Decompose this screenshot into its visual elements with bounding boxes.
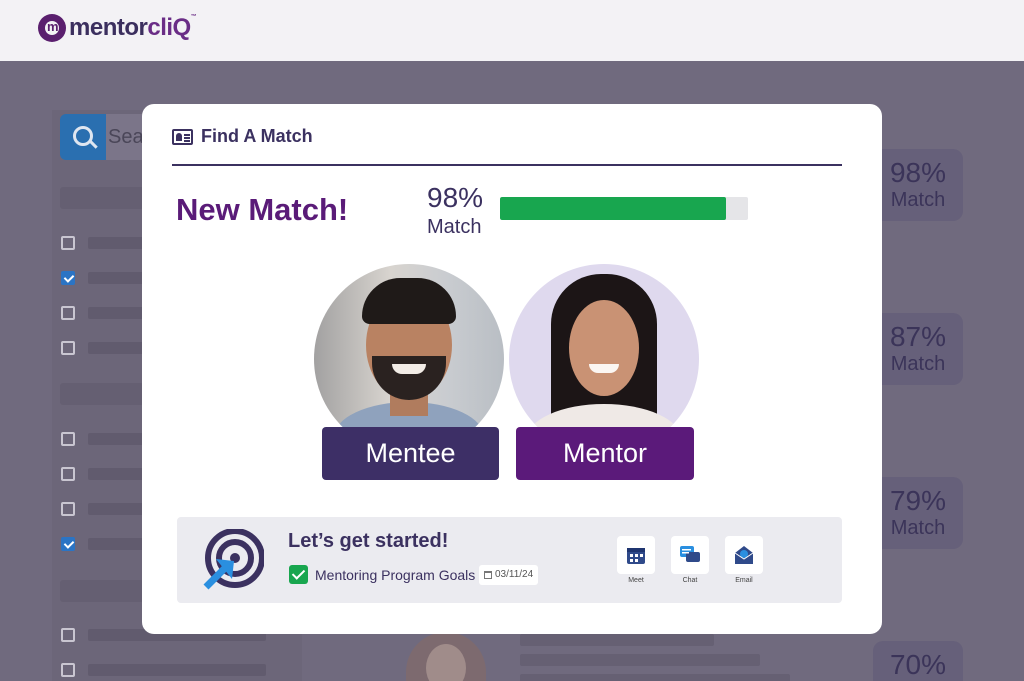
filter-label [88,468,144,480]
chat-icon [680,546,700,562]
meet-button[interactable] [617,536,655,574]
filter-label [88,538,144,550]
filter-checkbox [61,663,75,677]
filter-label [88,433,144,445]
filter-checkbox [61,271,75,285]
mentor-photo [509,264,699,454]
goal-checkbox[interactable] [289,565,308,584]
email-button[interactable] [725,536,763,574]
meet-label: Meet [628,577,644,584]
filter-label [88,272,144,284]
match-percent: 98% [427,182,484,213]
goal-label: Mentoring Program Goals [315,567,476,583]
filter-label [88,503,144,515]
mentee-photo [314,264,504,454]
card-title: Let’s get started! [288,530,449,552]
calendar-icon [484,571,492,579]
email-label: Email [735,577,753,584]
filter-group-heading [60,383,144,405]
filter-checkbox [61,236,75,250]
filter-label [88,237,144,249]
search-icon [60,114,106,160]
filter-label [88,342,144,354]
match-progress-fill [500,197,726,220]
chat-label: Chat [682,577,698,584]
candidate-detail-line [520,674,790,681]
chat-button[interactable] [671,536,709,574]
filter-checkbox [61,341,75,355]
calendar-icon [627,548,645,564]
filter-checkbox [61,537,75,551]
filter-checkbox [61,502,75,516]
match-score-card: 79% Match [873,477,963,549]
modal-title: Find A Match [201,126,313,146]
id-card-icon [172,128,193,145]
match-label: Match [427,216,482,238]
filter-label [88,307,144,319]
candidate-detail-line [520,654,760,666]
goal-date-badge: 03/11/24 [479,565,539,585]
match-score-card: 87% Match [873,313,963,385]
target-cursor-icon [203,529,264,590]
mentor-button[interactable]: Mentor [516,427,694,480]
logo-mark-icon [38,14,66,42]
filter-label [88,664,266,676]
filter-checkbox [61,467,75,481]
filter-group-heading [60,187,144,209]
find-a-match-modal: Find A Match New Match! 98% Match Mentee… [142,104,882,634]
header-divider [172,164,842,166]
new-match-headline: New Match! [176,192,349,227]
filter-group-heading [60,580,144,602]
get-started-card: Let’s get started! Mentoring Program Goa… [177,517,842,603]
mentee-button[interactable]: Mentee [322,427,499,480]
filter-checkbox [61,432,75,446]
email-icon [734,546,754,564]
top-header: mentorcliQ™ [0,0,1024,61]
candidate-detail-line [520,634,714,646]
match-score-card: 98% Match [873,149,963,221]
match-progress-bar [500,197,748,220]
mentorcliq-logo[interactable]: mentorcliQ™ [38,14,197,42]
candidate-avatar [406,632,486,681]
modal-header: Find A Match [172,126,313,147]
filter-checkbox [61,306,75,320]
match-score-card: 70% [873,641,963,681]
filter-checkbox [61,628,75,642]
